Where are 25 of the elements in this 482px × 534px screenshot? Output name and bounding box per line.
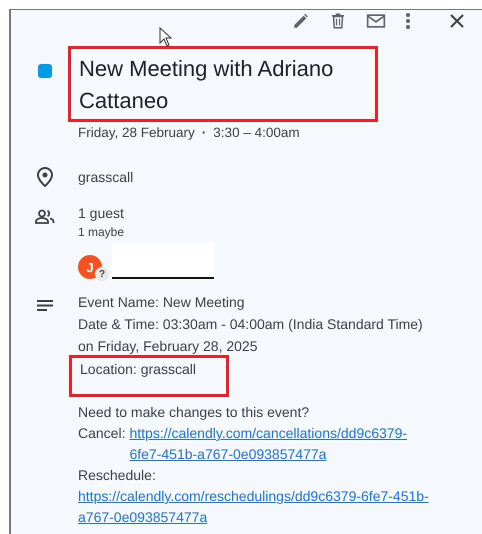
event-title: New Meeting with Adriano Cattaneo — [79, 55, 334, 115]
description-text: Need to make changes to this event? — [78, 403, 310, 422]
link-label: Reschedule: — [78, 466, 156, 485]
description-text: Location: grasscall — [80, 360, 196, 379]
link-label: Cancel: — [78, 424, 126, 443]
trash-icon[interactable] — [329, 12, 347, 30]
description-text: Event Name: New Meeting — [78, 293, 245, 312]
people-icon — [34, 209, 54, 225]
more-icon[interactable] — [405, 12, 411, 30]
location-text: grasscall — [78, 169, 134, 185]
description-text: Date & Time: 03:30am - 04:00am (India Standard Time) on Friday, February 28, 2025 — [78, 315, 424, 356]
edit-icon[interactable] — [292, 12, 310, 30]
event-date: Friday, 28 February — [78, 125, 195, 140]
cursor-icon — [159, 27, 173, 47]
reschedule-link[interactable]: https://calendly.com/reschedulings/dd9c6379-6fe7-451b-a767-0e093857477a — [78, 486, 430, 528]
cancel-link[interactable]: https://calendly.com/cancellations/dd9c6379-6fe7-451b-a767-0e093857477a — [129, 423, 430, 465]
close-icon[interactable] — [450, 14, 464, 28]
guest-count: 1 guest — [78, 205, 124, 221]
event-time: 3:30 – 4:00am — [213, 125, 300, 140]
description-icon — [36, 300, 52, 311]
separator-dot: · — [202, 125, 206, 140]
guest-summary: 1 maybe — [78, 225, 124, 239]
location-pin-icon — [36, 167, 52, 187]
mail-icon[interactable] — [366, 12, 386, 30]
response-badge: ? — [95, 267, 109, 281]
